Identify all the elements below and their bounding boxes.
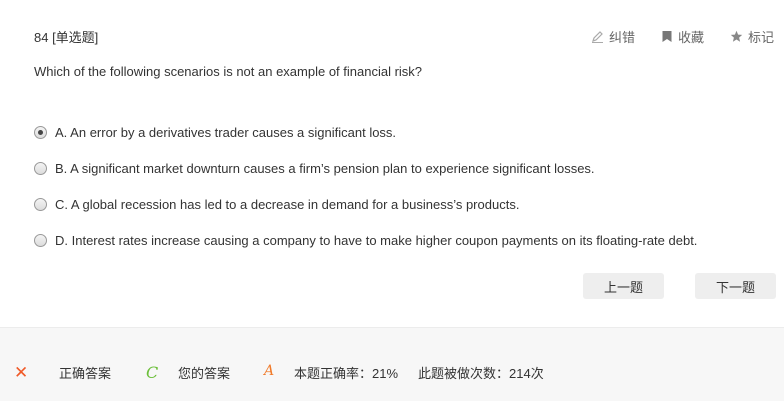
option-b-label: B. A significant market downturn causes … (55, 160, 595, 176)
attempt-count: 此题被做次数：214次 (418, 366, 544, 381)
option-a[interactable]: A. An error by a derivatives trader caus… (34, 114, 697, 150)
report-error-button[interactable]: 纠错 (591, 27, 635, 46)
your-answer-value: A (264, 363, 274, 379)
option-a-label: A. An error by a derivatives trader caus… (55, 124, 397, 140)
option-d[interactable]: D. Interest rates increase causing a com… (34, 222, 697, 258)
radio-button-a[interactable] (34, 125, 47, 139)
favorite-button[interactable]: 收藏 (661, 27, 704, 46)
report-error-label: 纠错 (608, 30, 635, 45)
radio-button-d[interactable] (34, 233, 47, 247)
star-icon (730, 30, 743, 42)
option-b[interactable]: B. A significant market downturn causes … (34, 150, 697, 186)
accuracy-rate: 本题正确率：21% (294, 366, 399, 381)
correct-answer-letter: C (146, 363, 159, 382)
question-actions: 纠错 收藏 标记 (591, 27, 774, 46)
mark-label: 标记 (747, 30, 774, 45)
wrong-x-icon: ✕ (14, 363, 29, 382)
mark-button[interactable]: 标记 (730, 27, 774, 46)
question-number: 84 [单选题] (34, 30, 99, 45)
option-c[interactable]: C. A global recession has led to a decre… (34, 186, 697, 222)
radio-button-c[interactable] (34, 197, 47, 211)
question-stem: Which of the following scenarios is not … (34, 64, 423, 79)
your-answer-label: 您的答案 (178, 366, 231, 381)
options-list: A. An error by a derivatives trader caus… (34, 114, 697, 258)
favorite-label: 收藏 (677, 30, 704, 45)
answer-footer: ✕ 正确答案 C 您的答案 A 本题正确率：21% 此题被做次数：214次 (0, 327, 784, 401)
radio-button-b[interactable] (34, 161, 47, 175)
previous-question-button[interactable]: 上一题 (583, 273, 664, 299)
option-c-label: C. A global recession has led to a decre… (55, 196, 520, 212)
bookmark-icon (662, 31, 672, 42)
wrong-indicator: ✕ (14, 363, 28, 383)
correct-answer-label: 正确答案 (59, 366, 112, 381)
next-question-button[interactable]: 下一题 (695, 273, 776, 299)
correct-answer-value: C (146, 363, 158, 382)
pencil-icon (591, 31, 603, 43)
your-answer-letter: A (264, 363, 275, 379)
option-d-label: D. Interest rates increase causing a com… (55, 232, 698, 248)
